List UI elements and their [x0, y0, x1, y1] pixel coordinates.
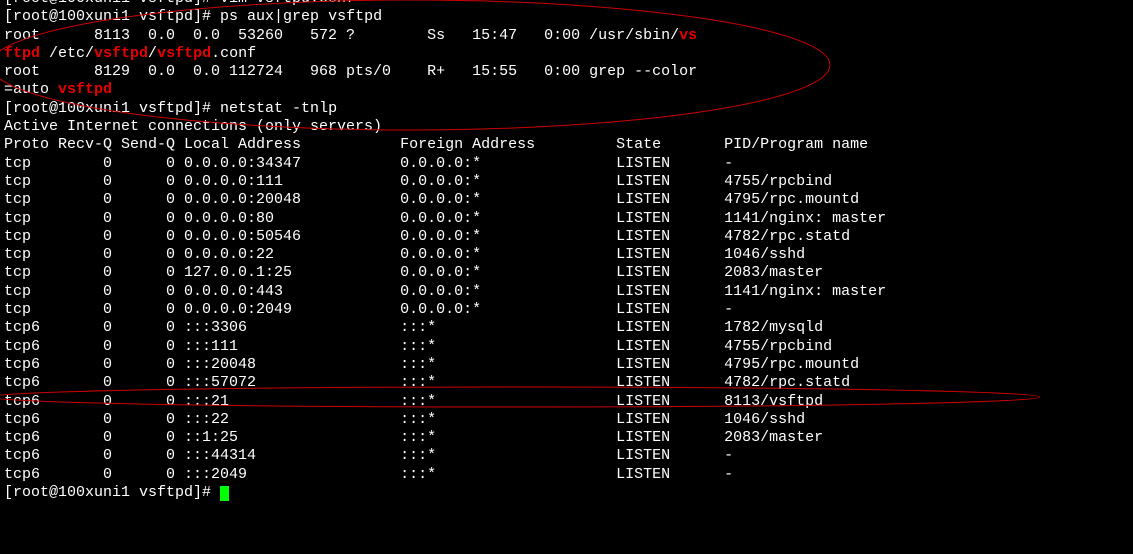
terminal[interactable]: [root@100xuni1 vsftpd]# vim vsftpd.conf[… [0, 0, 1133, 502]
output-line: root 8129 0.0 0.0 112724 968 pts/0 R+ 15… [4, 63, 1129, 81]
netstat-row: tcp6 0 0 :::57072 :::* LISTEN 4782/rpc.s… [4, 374, 1129, 392]
prompt-text: [root@100xuni1 vsftpd]# [4, 484, 220, 501]
prompt-line: [root@100xuni1 vsftpd]# netstat -tnlp [4, 100, 1129, 118]
netstat-row: tcp 0 0 0.0.0.0:2049 0.0.0.0:* LISTEN - [4, 301, 1129, 319]
output-line: root 8113 0.0 0.0 53260 572 ? Ss 15:47 0… [4, 27, 1129, 45]
netstat-row: tcp 0 0 0.0.0.0:111 0.0.0.0:* LISTEN 475… [4, 173, 1129, 191]
highlight-text: ftpd [4, 45, 40, 62]
netstat-row: tcp 0 0 0.0.0.0:80 0.0.0.0:* LISTEN 1141… [4, 210, 1129, 228]
output-line: ftpd /etc/vsftpd/vsftpd.conf [4, 45, 1129, 63]
netstat-row: tcp6 0 0 :::21 :::* LISTEN 8113/vsftpd [4, 393, 1129, 411]
text: Active Internet connections (only server… [4, 118, 382, 135]
netstat-row: tcp6 0 0 :::44314 :::* LISTEN - [4, 447, 1129, 465]
prompt-line[interactable]: [root@100xuni1 vsftpd]# [4, 484, 1129, 502]
text: root 8113 0.0 0.0 53260 572 ? Ss 15:47 0… [4, 27, 679, 44]
highlight-text: vs [679, 27, 697, 44]
netstat-row: tcp 0 0 0.0.0.0:443 0.0.0.0:* LISTEN 114… [4, 283, 1129, 301]
netstat-row: tcp6 0 0 :::2049 :::* LISTEN - [4, 466, 1129, 484]
netstat-row: tcp6 0 0 :::22 :::* LISTEN 1046/sshd [4, 411, 1129, 429]
command-text: netstat -tnlp [220, 100, 337, 117]
prompt-line: [root@100xuni1 vsftpd]# ps aux|grep vsft… [4, 8, 1129, 26]
highlight-text: vsftpd [94, 45, 148, 62]
text: [root@100xuni1 vsftpd]# [4, 8, 220, 25]
netstat-row: tcp 0 0 0.0.0.0:50546 0.0.0.0:* LISTEN 4… [4, 228, 1129, 246]
text: root 8129 0.0 0.0 112724 968 pts/0 R+ 15… [4, 63, 697, 80]
netstat-row: tcp6 0 0 :::3306 :::* LISTEN 1782/mysqld [4, 319, 1129, 337]
netstat-row: tcp 0 0 0.0.0.0:20048 0.0.0.0:* LISTEN 4… [4, 191, 1129, 209]
text: .conf [211, 45, 256, 62]
output-line: Active Internet connections (only server… [4, 118, 1129, 136]
text: =auto [4, 81, 58, 98]
netstat-row: tcp6 0 0 :::111 :::* LISTEN 4755/rpcbind [4, 338, 1129, 356]
text: [root@100xuni1 vsftpd]# [4, 100, 220, 117]
highlight-text: vsftpd [58, 81, 112, 98]
highlight-text: vsftpd [157, 45, 211, 62]
text: /etc/ [40, 45, 94, 62]
text: / [148, 45, 157, 62]
output-line: =auto vsftpd [4, 81, 1129, 99]
netstat-row: tcp 0 0 0.0.0.0:22 0.0.0.0:* LISTEN 1046… [4, 246, 1129, 264]
netstat-row: tcp6 0 0 ::1:25 :::* LISTEN 2083/master [4, 429, 1129, 447]
cursor [220, 486, 229, 501]
output-line: Proto Recv-Q Send-Q Local Address Foreig… [4, 136, 1129, 154]
text: [root@100xuni1 vsftpd]# vim vsftpd.conf [4, 0, 355, 7]
netstat-row: tcp 0 0 127.0.0.1:25 0.0.0.0:* LISTEN 20… [4, 264, 1129, 282]
command-text: ps aux|grep vsftpd [220, 8, 382, 25]
text: Proto Recv-Q Send-Q Local Address Foreig… [4, 136, 868, 153]
netstat-row: tcp 0 0 0.0.0.0:34347 0.0.0.0:* LISTEN - [4, 155, 1129, 173]
prompt-line: [root@100xuni1 vsftpd]# vim vsftpd.conf [4, 0, 1129, 8]
netstat-row: tcp6 0 0 :::20048 :::* LISTEN 4795/rpc.m… [4, 356, 1129, 374]
